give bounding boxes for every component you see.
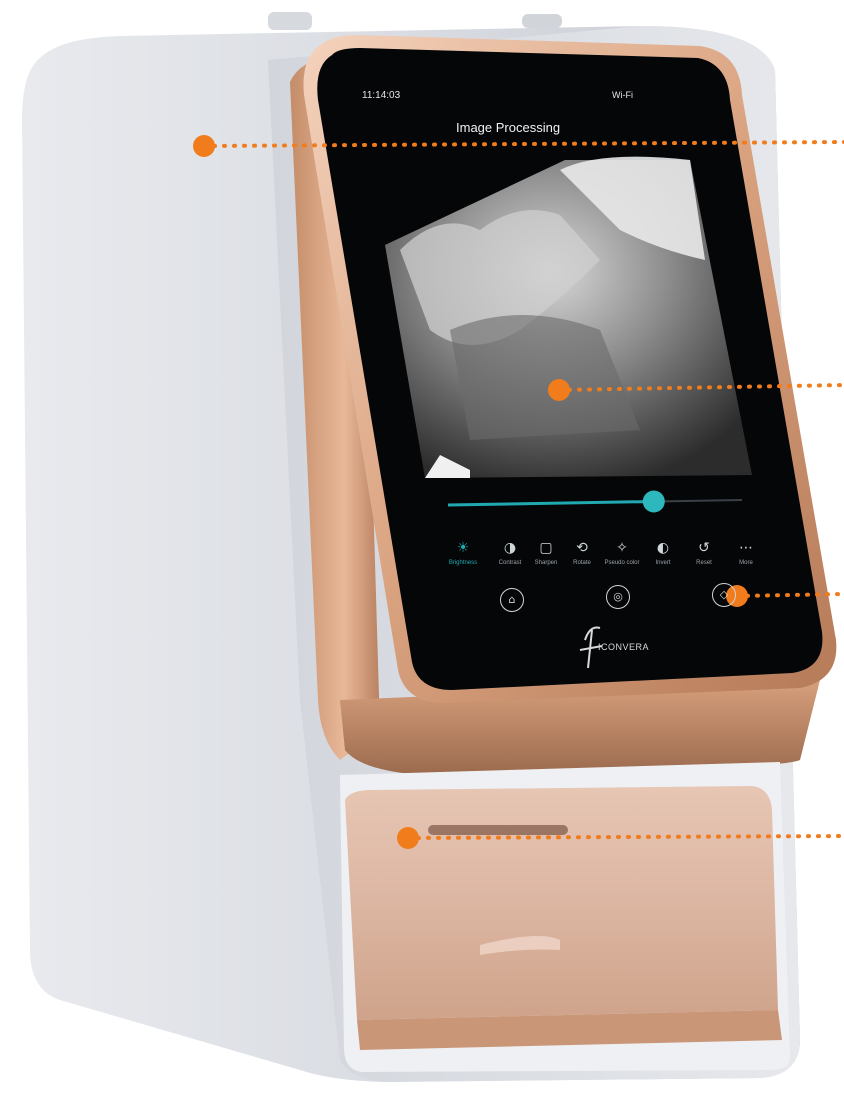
tool-label: Brightness [448, 560, 478, 566]
more-icon: ⋯ [739, 540, 753, 556]
tool-label: Rotate [573, 560, 591, 566]
tool-contrast[interactable]: ◑ Contrast [490, 540, 530, 566]
home-button[interactable]: ⌂ [500, 588, 524, 612]
rotate-icon: ⟲ [576, 540, 588, 556]
tool-pseudo-color[interactable]: ✧ Pseudo color [602, 540, 642, 566]
tool-more[interactable]: ⋯ More [726, 540, 766, 566]
home-icon: ⌂ [508, 593, 516, 606]
tool-label: Sharpen [534, 560, 558, 566]
page-title: Image Processing [456, 120, 561, 135]
callout-dot [548, 379, 570, 401]
invert-icon: ◐ [656, 540, 670, 556]
gallery-button[interactable]: ◇ [712, 583, 736, 607]
tool-label: Reset [696, 560, 712, 566]
brand-logo: ICONVERA [598, 642, 650, 652]
scan-button[interactable]: ◎ [606, 585, 630, 609]
brightness-icon: ☀ [456, 540, 470, 556]
tool-label: Pseudo color [604, 560, 640, 566]
pseudo-color-icon: ✧ [616, 540, 628, 556]
status-clock: 11:14:03 [362, 90, 401, 101]
status-indicator: Wi-Fi [612, 90, 633, 100]
tool-sharpen[interactable]: ▢ Sharpen [526, 540, 566, 566]
contrast-icon: ◑ [503, 540, 517, 556]
tool-invert[interactable]: ◐ Invert [643, 540, 683, 566]
slider-knob[interactable] [642, 490, 665, 513]
tool-brightness[interactable]: ☀ Brightness [443, 540, 483, 566]
callout-dot [193, 135, 215, 157]
callout-dot [397, 827, 419, 849]
tool-reset[interactable]: ↺ Reset [684, 540, 724, 566]
gallery-icon: ◇ [719, 588, 729, 601]
reset-icon: ↺ [698, 540, 710, 556]
sharpen-icon: ▢ [539, 540, 553, 556]
tool-label: Contrast [498, 560, 522, 566]
scan-icon: ◎ [613, 590, 623, 603]
tool-label: More [739, 560, 753, 566]
tool-label: Invert [655, 560, 671, 566]
tool-rotate[interactable]: ⟲ Rotate [562, 540, 602, 566]
product-photo: 11:14:03 Wi-Fi Image Processing ☀ Bright… [0, 0, 844, 1095]
